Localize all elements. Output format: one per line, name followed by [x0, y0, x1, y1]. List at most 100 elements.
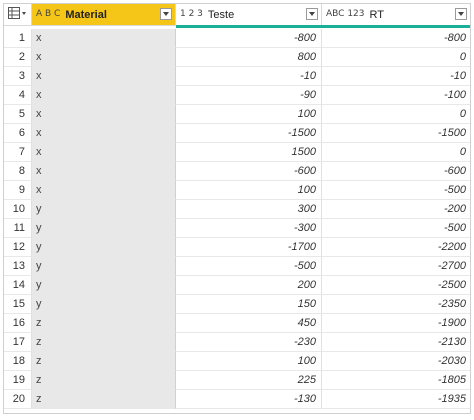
teste-cell[interactable]: -600 — [176, 162, 322, 181]
teste-cell[interactable]: 1500 — [176, 143, 322, 162]
teste-cell[interactable]: -800 — [176, 29, 322, 48]
teste-cell[interactable]: -1500 — [176, 124, 322, 143]
row-index-cell[interactable]: 7 — [4, 143, 32, 162]
row-index-cell[interactable]: 8 — [4, 162, 32, 181]
column-header-teste[interactable]: 1 2 3 Teste — [176, 4, 322, 25]
rt-cell[interactable]: -2130 — [322, 333, 470, 352]
rt-cell[interactable]: -2700 — [322, 257, 470, 276]
teste-cell[interactable]: 150 — [176, 295, 322, 314]
teste-cell[interactable]: -10 — [176, 67, 322, 86]
row-index-cell[interactable]: 15 — [4, 295, 32, 314]
row-index-cell[interactable]: 17 — [4, 333, 32, 352]
teste-cell[interactable]: -300 — [176, 219, 322, 238]
table-row[interactable]: 19 z 225 -1805 — [4, 371, 470, 390]
table-row[interactable]: 8 x -600 -600 — [4, 162, 470, 181]
teste-cell[interactable]: 300 — [176, 200, 322, 219]
row-index-cell[interactable]: 1 — [4, 29, 32, 48]
table-row[interactable]: 11 y -300 -500 — [4, 219, 470, 238]
row-index-cell[interactable]: 5 — [4, 105, 32, 124]
table-row[interactable]: 13 y -500 -2700 — [4, 257, 470, 276]
rt-cell[interactable]: -2200 — [322, 238, 470, 257]
material-cell[interactable]: y — [32, 238, 176, 257]
teste-cell[interactable]: 800 — [176, 48, 322, 67]
table-row[interactable]: 7 x 1500 0 — [4, 143, 470, 162]
material-cell[interactable]: x — [32, 105, 176, 124]
rt-cell[interactable]: -2350 — [322, 295, 470, 314]
column-header-material[interactable]: A B C Material — [32, 4, 176, 25]
material-cell[interactable]: x — [32, 48, 176, 67]
table-row[interactable]: 9 x 100 -500 — [4, 181, 470, 200]
rt-cell[interactable]: -100 — [322, 86, 470, 105]
teste-cell[interactable]: 450 — [176, 314, 322, 333]
material-cell[interactable]: z — [32, 352, 176, 371]
table-row[interactable]: 5 x 100 0 — [4, 105, 470, 124]
table-row[interactable]: 2 x 800 0 — [4, 48, 470, 67]
row-index-cell[interactable]: 3 — [4, 67, 32, 86]
row-index-cell[interactable]: 4 — [4, 86, 32, 105]
row-index-cell[interactable]: 18 — [4, 352, 32, 371]
rt-cell[interactable]: 0 — [322, 48, 470, 67]
material-cell[interactable]: y — [32, 200, 176, 219]
table-row[interactable]: 20 z -130 -1935 — [4, 390, 470, 409]
table-row[interactable]: 6 x -1500 -1500 — [4, 124, 470, 143]
material-cell[interactable]: x — [32, 162, 176, 181]
teste-cell[interactable]: -1700 — [176, 238, 322, 257]
rt-cell[interactable]: -1500 — [322, 124, 470, 143]
row-index-cell[interactable]: 13 — [4, 257, 32, 276]
table-menu-button[interactable] — [4, 4, 32, 25]
row-index-cell[interactable]: 16 — [4, 314, 32, 333]
material-cell[interactable]: z — [32, 314, 176, 333]
table-row[interactable]: 17 z -230 -2130 — [4, 333, 470, 352]
row-index-cell[interactable]: 11 — [4, 219, 32, 238]
rt-cell[interactable]: -1935 — [322, 390, 470, 409]
material-cell[interactable]: z — [32, 390, 176, 409]
rt-cell[interactable]: -600 — [322, 162, 470, 181]
rt-cell[interactable]: -1900 — [322, 314, 470, 333]
teste-cell[interactable]: 225 — [176, 371, 322, 390]
row-index-cell[interactable]: 9 — [4, 181, 32, 200]
filter-dropdown-icon[interactable] — [306, 8, 318, 20]
row-index-cell[interactable]: 2 — [4, 48, 32, 67]
table-row[interactable]: 14 y 200 -2500 — [4, 276, 470, 295]
table-row[interactable]: 18 z 100 -2030 — [4, 352, 470, 371]
rt-cell[interactable]: 0 — [322, 105, 470, 124]
table-row[interactable]: 10 y 300 -200 — [4, 200, 470, 219]
teste-cell[interactable]: -500 — [176, 257, 322, 276]
row-index-cell[interactable]: 12 — [4, 238, 32, 257]
rt-cell[interactable]: -500 — [322, 219, 470, 238]
rt-cell[interactable]: -1805 — [322, 371, 470, 390]
material-cell[interactable]: y — [32, 257, 176, 276]
material-cell[interactable]: x — [32, 181, 176, 200]
teste-cell[interactable]: 100 — [176, 181, 322, 200]
material-cell[interactable]: y — [32, 276, 176, 295]
column-header-rt[interactable]: ABC 123 RT — [322, 4, 470, 25]
rt-cell[interactable]: 0 — [322, 143, 470, 162]
rt-cell[interactable]: -2030 — [322, 352, 470, 371]
table-row[interactable]: 12 y -1700 -2200 — [4, 238, 470, 257]
filter-dropdown-icon[interactable] — [160, 8, 172, 20]
table-row[interactable]: 16 z 450 -1900 — [4, 314, 470, 333]
material-cell[interactable]: x — [32, 143, 176, 162]
rt-cell[interactable]: -200 — [322, 200, 470, 219]
filter-dropdown-icon[interactable] — [455, 8, 467, 20]
rt-cell[interactable]: -800 — [322, 29, 470, 48]
row-index-cell[interactable]: 19 — [4, 371, 32, 390]
table-row[interactable]: 15 y 150 -2350 — [4, 295, 470, 314]
table-row[interactable]: 1 x -800 -800 — [4, 29, 470, 48]
teste-cell[interactable]: -230 — [176, 333, 322, 352]
row-index-cell[interactable]: 20 — [4, 390, 32, 409]
row-index-cell[interactable]: 6 — [4, 124, 32, 143]
material-cell[interactable]: x — [32, 67, 176, 86]
rt-cell[interactable]: -500 — [322, 181, 470, 200]
material-cell[interactable]: y — [32, 295, 176, 314]
rt-cell[interactable]: -10 — [322, 67, 470, 86]
teste-cell[interactable]: 200 — [176, 276, 322, 295]
rt-cell[interactable]: -2500 — [322, 276, 470, 295]
teste-cell[interactable]: -130 — [176, 390, 322, 409]
material-cell[interactable]: z — [32, 371, 176, 390]
material-cell[interactable]: x — [32, 124, 176, 143]
row-index-cell[interactable]: 10 — [4, 200, 32, 219]
teste-cell[interactable]: 100 — [176, 352, 322, 371]
row-index-cell[interactable]: 14 — [4, 276, 32, 295]
material-cell[interactable]: y — [32, 219, 176, 238]
